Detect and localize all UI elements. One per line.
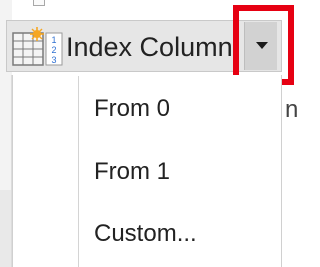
background-tab-edge [33,0,45,6]
background-partial-text: n [285,96,299,123]
svg-text:1: 1 [51,35,56,45]
highlight-box [233,5,294,85]
screenshot-stage: 1 2 3 Index Column From 0 From 1 Custom.… [0,0,300,267]
svg-text:2: 2 [51,45,56,55]
menu-icon-gutter [78,76,79,267]
menu-item-from-1[interactable]: From 1 [94,152,274,192]
index-column-icon: 1 2 3 [12,27,63,66]
index-column-label: Index Column [66,32,233,62]
svg-text:3: 3 [51,55,56,65]
menu-item-from-0[interactable]: From 0 [94,89,274,129]
menu-item-custom[interactable]: Custom... [94,214,274,254]
